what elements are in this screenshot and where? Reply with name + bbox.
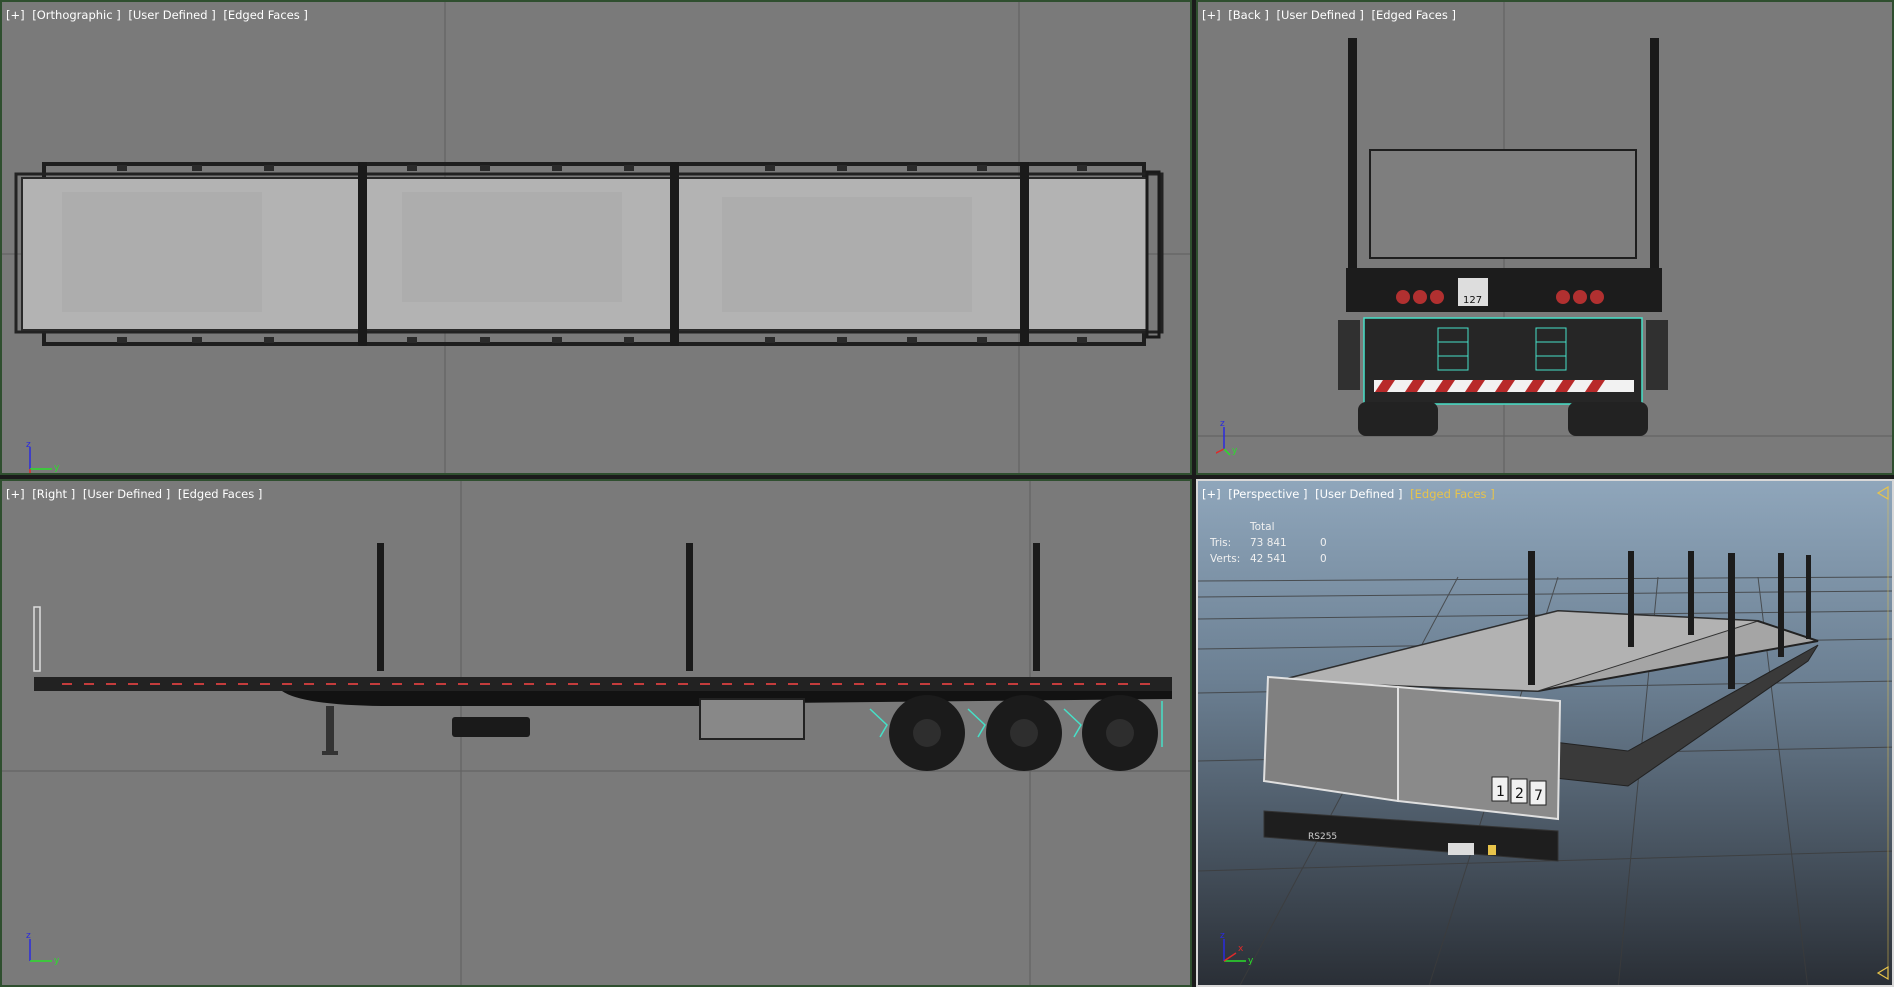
svg-text:7: 7	[1534, 788, 1543, 804]
verts-label: Verts:	[1210, 553, 1241, 565]
viewport-right[interactable]: [+] [Right ] [User Defined ] [Edged Face…	[0, 479, 1192, 987]
trailer-top-view	[2, 2, 1190, 473]
viewport-perspective[interactable]: [+] [Perspective ] [User Defined ] [Edge…	[1196, 479, 1894, 987]
stats-header: Total	[1250, 521, 1275, 533]
viewport-display-menu[interactable]: [Edged Faces ]	[178, 487, 263, 501]
viewport-display-menu[interactable]: [Edged Faces ]	[223, 8, 308, 22]
wheel-group	[889, 695, 1158, 771]
svg-text:z: z	[26, 440, 31, 450]
svg-text:y: y	[54, 463, 60, 473]
svg-text:z: z	[1220, 419, 1225, 429]
viewport-view-menu[interactable]: [Orthographic ]	[32, 8, 120, 22]
axis-gizmo: z y	[1216, 419, 1238, 456]
svg-text:1: 1	[1496, 784, 1505, 800]
svg-text:x: x	[1238, 944, 1244, 954]
svg-text:y: y	[1232, 446, 1238, 456]
viewport-shading-menu[interactable]: [User Defined ]	[83, 487, 170, 501]
axis-gizmo: z y	[26, 440, 60, 473]
viewport-label: [+] [Perspective ] [User Defined ] [Edge…	[1202, 487, 1499, 501]
viewport-shading-menu[interactable]: [User Defined ]	[1276, 8, 1363, 22]
viewport-menu-plus[interactable]: [+]	[1202, 487, 1221, 501]
viewport-shading-menu[interactable]: [User Defined ]	[1315, 487, 1402, 501]
svg-text:RS255: RS255	[1308, 832, 1337, 842]
viewport-orthographic[interactable]: [+] [Orthographic ] [User Defined ] [Edg…	[0, 0, 1192, 475]
viewport-label: [+] [Orthographic ] [User Defined ] [Edg…	[6, 8, 312, 22]
viewport-label: [+] [Back ] [User Defined ] [Edged Faces…	[1202, 8, 1460, 22]
axis-gizmo: z y	[26, 931, 60, 966]
svg-text:z: z	[26, 931, 31, 941]
viewport-view-menu[interactable]: [Right ]	[32, 487, 75, 501]
viewport-label: [+] [Right ] [User Defined ] [Edged Face…	[6, 487, 266, 501]
timeline-marker	[1876, 485, 1889, 981]
svg-text:z: z	[1220, 931, 1225, 941]
viewport-menu-plus[interactable]: [+]	[6, 487, 25, 501]
tris-selected: 0	[1320, 537, 1327, 549]
viewport-shading-menu[interactable]: [User Defined ]	[128, 8, 215, 22]
verts-selected: 0	[1320, 553, 1327, 565]
svg-text:y: y	[1248, 956, 1254, 966]
axis-gizmo: z y x	[1220, 931, 1254, 966]
tris-value: 73 841	[1250, 537, 1287, 549]
trailer-back-view: 127	[1198, 2, 1892, 473]
verts-value: 42 541	[1250, 553, 1287, 565]
viewport-menu-plus[interactable]: [+]	[1202, 8, 1221, 22]
svg-text:2: 2	[1515, 786, 1524, 802]
tris-label: Tris:	[1210, 537, 1232, 549]
statistics-overlay: Total Tris: 73 841 0 Verts: 42 541 0	[1210, 519, 1340, 567]
viewport-view-menu[interactable]: [Perspective ]	[1228, 487, 1307, 501]
viewport-back[interactable]: [+] [Back ] [User Defined ] [Edged Faces…	[1196, 0, 1894, 475]
viewport-display-menu[interactable]: [Edged Faces ]	[1410, 487, 1495, 501]
viewport-menu-plus[interactable]: [+]	[6, 8, 25, 22]
svg-text:y: y	[54, 956, 60, 966]
viewport-view-menu[interactable]: [Back ]	[1228, 8, 1269, 22]
svg-text:127: 127	[1463, 295, 1482, 306]
trailer-side-view	[2, 481, 1190, 985]
viewport-display-menu[interactable]: [Edged Faces ]	[1371, 8, 1456, 22]
